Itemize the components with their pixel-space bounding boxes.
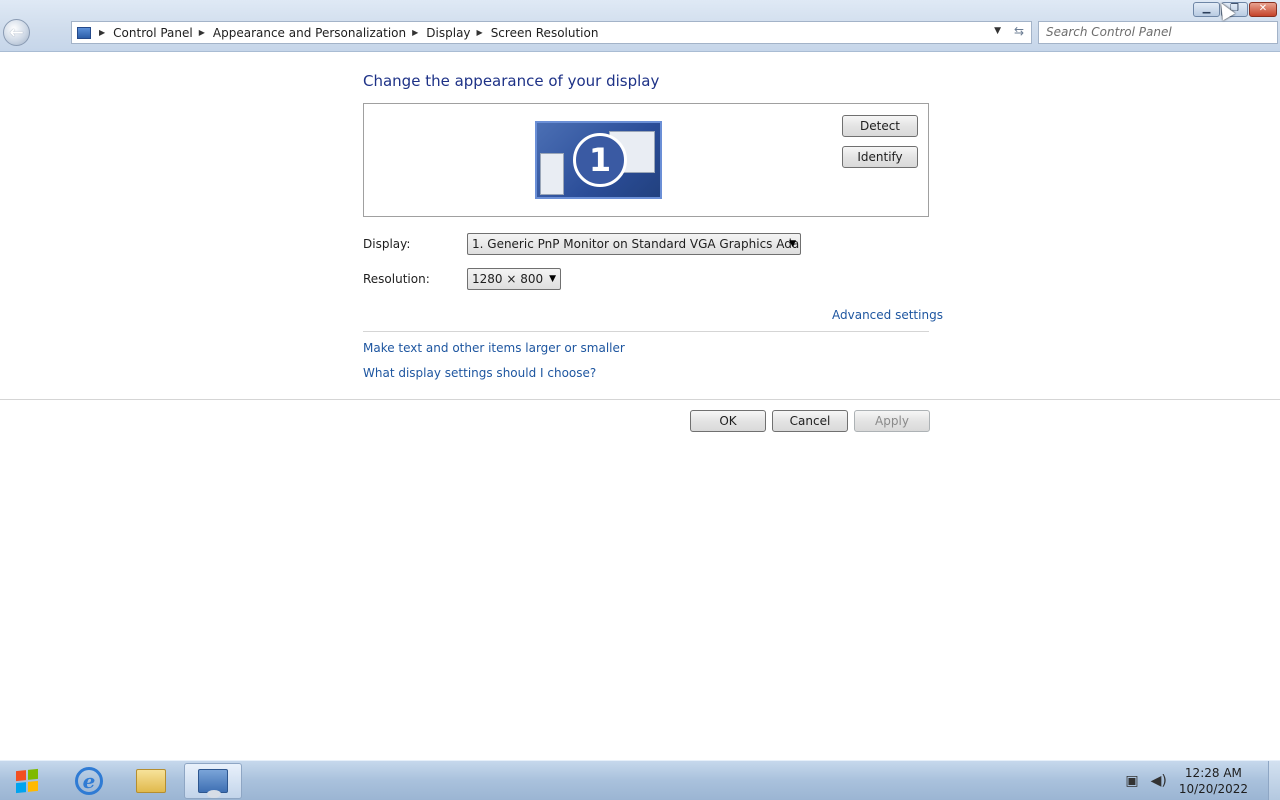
advanced-settings-link[interactable]: Advanced settings — [832, 308, 943, 322]
display-label: Display: — [363, 237, 411, 251]
page-title: Change the appearance of your display — [363, 72, 660, 90]
taskbar-control-panel[interactable] — [184, 763, 242, 799]
chevron-down-icon: ▼ — [549, 274, 556, 284]
windows-explorer-icon — [136, 769, 166, 793]
clock[interactable]: 12:28 AM 10/20/2022 — [1179, 765, 1248, 797]
refresh-icon[interactable]: ⇆ — [1014, 24, 1024, 38]
resolution-label: Resolution: — [363, 272, 430, 286]
identify-button[interactable]: Identify — [842, 146, 918, 168]
clock-date: 10/20/2022 — [1178, 782, 1248, 796]
breadcrumb-appearance[interactable]: Appearance and Personalization — [213, 26, 406, 40]
resolution-select-value: 1280 × 800 — [472, 272, 544, 286]
back-arrow-icon: ← — [9, 22, 24, 43]
clock-time: 12:28 AM — [1184, 766, 1242, 780]
flag-tile — [28, 768, 38, 780]
display-settings-help-link[interactable]: What display settings should I choose? — [363, 366, 596, 380]
network-icon[interactable]: ▣ — [1125, 773, 1138, 789]
window-controls: ▁ ❐ ✕ — [1193, 2, 1277, 17]
breadcrumb-display[interactable]: Display — [426, 26, 470, 40]
display-select-value: 1. Generic PnP Monitor on Standard VGA G… — [472, 237, 801, 251]
taskbar-internet-explorer[interactable]: e — [60, 763, 118, 799]
flag-tile — [16, 782, 26, 794]
back-button[interactable]: ← — [3, 19, 30, 46]
address-dropdown-icon[interactable]: ▼ — [994, 26, 1001, 36]
monitor-1-icon[interactable]: 1 — [535, 121, 662, 199]
show-desktop-button[interactable] — [1268, 761, 1280, 800]
flag-tile — [16, 770, 26, 782]
divider — [0, 399, 1280, 400]
control-panel-icon — [198, 769, 228, 798]
detect-button[interactable]: Detect — [842, 115, 918, 137]
apply-button[interactable]: Apply — [854, 410, 930, 432]
taskbar: e ▣ ◀) 12:28 AM 10/20/2022 — [0, 760, 1280, 800]
breadcrumb-arrow-icon[interactable]: ▶ — [412, 28, 418, 37]
start-button[interactable] — [5, 763, 49, 799]
volume-icon[interactable]: ◀) — [1151, 773, 1167, 789]
monitor-preview-panel: 1 Detect Identify — [363, 103, 929, 217]
system-tray: ▣ ◀) 12:28 AM 10/20/2022 — [1125, 761, 1280, 800]
text-size-link[interactable]: Make text and other items larger or smal… — [363, 341, 625, 355]
windows-logo-icon — [16, 768, 38, 794]
cancel-button[interactable]: Cancel — [772, 410, 848, 432]
internet-explorer-icon: e — [75, 767, 103, 795]
resolution-select[interactable]: 1280 × 800 ▼ — [467, 268, 561, 290]
taskbar-windows-explorer[interactable] — [122, 763, 180, 799]
window-thumbnail — [540, 153, 564, 195]
close-button[interactable]: ✕ — [1249, 2, 1277, 17]
chevron-down-icon: ▼ — [789, 239, 796, 249]
breadcrumb-arrow-icon[interactable]: ▶ — [477, 28, 483, 37]
divider — [363, 331, 929, 332]
breadcrumb-arrow-icon[interactable]: ▶ — [99, 28, 105, 37]
ok-button[interactable]: OK — [690, 410, 766, 432]
control-panel-icon — [77, 26, 91, 39]
flag-tile — [28, 780, 38, 792]
monitor-number: 1 — [573, 133, 627, 187]
display-select[interactable]: 1. Generic PnP Monitor on Standard VGA G… — [467, 233, 801, 255]
breadcrumb-screen-resolution[interactable]: Screen Resolution — [491, 26, 599, 40]
title-bar: ← ▶ Control Panel ▶ Appearance and Perso… — [0, 0, 1280, 52]
breadcrumb-arrow-icon[interactable]: ▶ — [199, 28, 205, 37]
address-bar[interactable]: ▶ Control Panel ▶ Appearance and Persona… — [71, 21, 1032, 44]
search-input[interactable]: Search Control Panel — [1038, 21, 1278, 44]
breadcrumb-control-panel[interactable]: Control Panel — [113, 26, 193, 40]
